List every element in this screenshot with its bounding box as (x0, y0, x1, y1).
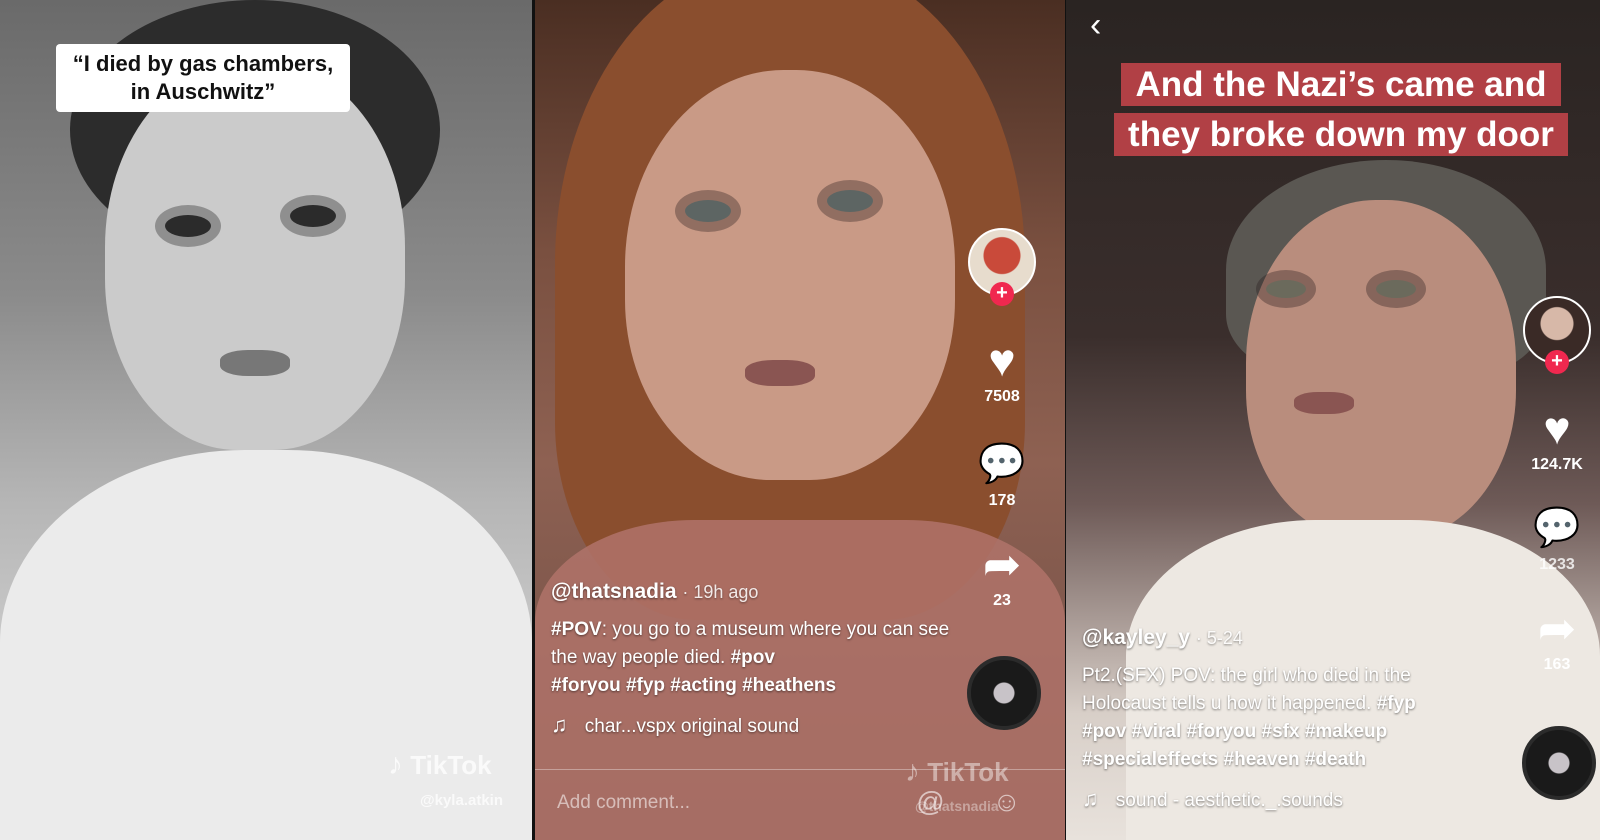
figure-mouth (1294, 392, 1354, 414)
figure-face (105, 60, 405, 450)
figure-eye-left (685, 200, 731, 222)
share-count: 163 (1543, 656, 1571, 673)
back-icon[interactable]: ‹ (1090, 6, 1101, 45)
video-panel-2[interactable]: + ♥ 7508 💬 178 ➦ 23 @thatsnadia · 19h ag… (535, 0, 1065, 840)
hashtags[interactable]: #pov #viral #foryou #sfx #makeup #specia… (1082, 721, 1387, 770)
figure-face (625, 70, 955, 480)
music-title: char...vspx original sound (584, 716, 800, 737)
caption-text: And the Nazi’s came and they broke down … (1114, 63, 1568, 156)
video-panel-3[interactable]: ‹ And the Nazi’s came and they broke dow… (1066, 0, 1600, 840)
comment-icon[interactable]: 💬 (967, 440, 1037, 488)
figure-eye-right (827, 190, 873, 212)
creator-avatar[interactable]: + (968, 228, 1036, 306)
music-note-icon: ♫ (551, 712, 568, 737)
comment-input[interactable]: Add comment... (557, 792, 690, 814)
watermark-user: @kyla.atkin (420, 792, 503, 809)
figure-eye-right (290, 205, 336, 227)
post-date: · 5-24 (1195, 628, 1243, 648)
hashtag-pov[interactable]: #POV (551, 619, 602, 640)
video-panel-1[interactable]: “I died by gas chambers, in Auschwitz” ♪… (0, 0, 532, 840)
music-row[interactable]: ♫ sound - aesthetic._.sounds (1082, 786, 1482, 812)
video-caption: “I died by gas chambers, in Auschwitz” (56, 44, 350, 112)
music-row[interactable]: ♫ char...vspx original sound (551, 712, 951, 738)
music-note-icon: ♫ (1082, 786, 1099, 811)
action-column: + ♥ 7508 💬 178 ➦ 23 (967, 228, 1041, 730)
heart-icon[interactable]: ♥ (967, 336, 1037, 384)
figure-face (1246, 200, 1516, 540)
hashtag-pov-2[interactable]: #pov (731, 647, 775, 668)
like-count: 124.7K (1531, 456, 1583, 473)
share-icon[interactable]: ➦ (1522, 604, 1592, 652)
username[interactable]: @kayley_y (1082, 626, 1190, 649)
figure-eye-left (1266, 280, 1306, 298)
figure-eye-right (1376, 280, 1416, 298)
comment-bar-icons[interactable]: @ ☺ (916, 786, 1041, 818)
video-caption: And the Nazi’s came and they broke down … (1091, 60, 1591, 160)
description-text: Pt2.(SFX) POV: the girl who died in the … (1082, 665, 1411, 714)
video-description: Pt2.(SFX) POV: the girl who died in the … (1082, 662, 1482, 774)
music-disc-icon[interactable] (967, 656, 1041, 730)
video-description: #POV: you go to a museum where you can s… (551, 616, 951, 700)
follow-plus-icon[interactable]: + (990, 282, 1014, 306)
comment-count: 178 (988, 492, 1016, 509)
comment-count: 1233 (1539, 556, 1575, 573)
video-meta: @kayley_y · 5-24 Pt2.(SFX) POV: the girl… (1082, 626, 1482, 812)
figure-mouth (745, 360, 815, 386)
heart-icon[interactable]: ♥ (1522, 404, 1592, 452)
like-count: 7508 (984, 388, 1020, 405)
video-meta: @thatsnadia · 19h ago #POV: you go to a … (551, 580, 951, 738)
action-column: + ♥ 124.7K 💬 1233 ➦ 163 (1522, 296, 1596, 800)
caption-line-2: in Auschwitz” (130, 79, 276, 104)
figure-eye-left (165, 215, 211, 237)
time-ago: · 19h ago (682, 582, 759, 602)
creator-avatar[interactable]: + (1523, 296, 1591, 374)
caption-line-1: “I died by gas chambers, (72, 51, 334, 76)
watermark-text: TikTok (410, 750, 492, 780)
follow-plus-icon[interactable]: + (1545, 350, 1569, 374)
hashtags[interactable]: #foryou #fyp #acting #heathens (551, 675, 836, 696)
share-count: 23 (993, 592, 1011, 609)
share-icon[interactable]: ➦ (967, 540, 1037, 588)
hashtag-fyp[interactable]: #fyp (1377, 693, 1416, 714)
figure-mouth (220, 350, 290, 376)
tiktok-logo-icon: ♪ (388, 748, 403, 781)
music-title: sound - aesthetic._.sounds (1115, 790, 1343, 811)
comment-bar[interactable]: Add comment... @ ☺ (535, 769, 1065, 840)
comment-icon[interactable]: 💬 (1522, 504, 1592, 552)
tiktok-watermark: ♪ TikTok (388, 748, 492, 782)
username[interactable]: @thatsnadia (551, 580, 677, 603)
music-disc-icon[interactable] (1522, 726, 1596, 800)
